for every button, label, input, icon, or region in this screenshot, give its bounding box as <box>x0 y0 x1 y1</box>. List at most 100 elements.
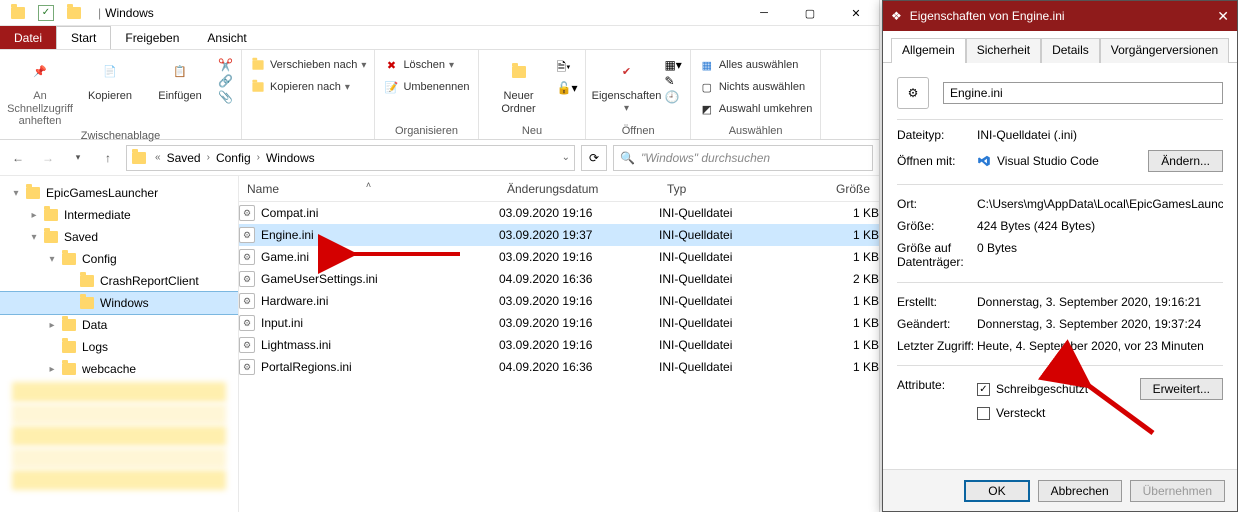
paste-shortcut-icon[interactable]: 📎 <box>218 90 233 104</box>
tab-security[interactable]: Sicherheit <box>966 38 1041 63</box>
accessed-value: Heute, 4. September 2020, vor 23 Minuten <box>977 339 1223 353</box>
select-all-button[interactable]: ▦Alles auswählen <box>699 54 799 76</box>
qat-checkbox-icon[interactable]: ✓ <box>38 5 54 21</box>
history-icon[interactable]: 🕘 <box>664 90 681 104</box>
ribbon-group-clipboard: Zwischenablage <box>8 128 233 144</box>
ribbon-group-open: Öffnen <box>594 123 681 139</box>
tab-previous[interactable]: Vorgängerversionen <box>1100 38 1229 63</box>
file-row[interactable]: ⚙Engine.ini03.09.2020 19:37INI-Quelldate… <box>239 224 879 246</box>
file-type-icon: ⚙ <box>897 77 929 109</box>
ribbon: 📌An Schnellzugriff anheften 📄Kopieren 📋E… <box>0 50 879 140</box>
pin-quickaccess-button[interactable]: 📌An Schnellzugriff anheften <box>8 54 72 128</box>
tree-node[interactable]: ▸webcache <box>0 358 238 380</box>
selectnone-icon: ▢ <box>699 79 715 95</box>
move-to-button[interactable]: Verschieben nach▾ <box>250 54 366 76</box>
copypath-icon[interactable]: 🔗 <box>218 74 233 88</box>
tree-node[interactable]: ▸Intermediate <box>0 204 238 226</box>
properties-icon: ✔ <box>610 56 642 88</box>
delete-icon: ✖ <box>383 57 399 73</box>
open-with-value: Visual Studio Code <box>997 154 1099 168</box>
breadcrumb[interactable]: Windows <box>262 151 319 165</box>
gear-icon: ❖ <box>891 9 902 23</box>
easy-access-icon[interactable]: 🔓▾ <box>557 81 578 95</box>
file-row[interactable]: ⚙Hardware.ini03.09.2020 19:16INI-Quellda… <box>239 290 879 312</box>
file-row[interactable]: ⚙Lightmass.ini03.09.2020 19:16INI-Quelld… <box>239 334 879 356</box>
filename-input[interactable]: Engine.ini <box>943 82 1223 104</box>
close-button[interactable]: ✕ <box>833 0 879 26</box>
open-icon[interactable]: ▦▾ <box>664 58 681 72</box>
file-row[interactable]: ⚙PortalRegions.ini04.09.2020 16:36INI-Qu… <box>239 356 879 378</box>
dialog-footer: OK Abbrechen Übernehmen <box>883 469 1237 511</box>
new-folder-icon <box>503 56 535 88</box>
ok-button[interactable]: OK <box>964 480 1029 502</box>
breadcrumb[interactable]: Config <box>212 151 255 165</box>
folder-icon <box>66 5 82 21</box>
tab-view[interactable]: Ansicht <box>193 26 260 49</box>
ini-file-icon: ⚙ <box>239 293 255 309</box>
hidden-checkbox[interactable]: Versteckt <box>977 406 1223 420</box>
copyto-icon <box>250 79 266 95</box>
back-button[interactable]: ← <box>6 146 30 170</box>
invert-selection-button[interactable]: ◩Auswahl umkehren <box>699 98 813 120</box>
file-row[interactable]: ⚙Compat.ini03.09.2020 19:16INI-Quelldate… <box>239 202 879 224</box>
copy-to-button[interactable]: Kopieren nach▾ <box>250 76 350 98</box>
edit-icon[interactable]: ✎ <box>664 74 681 88</box>
rename-button[interactable]: 📝Umbenennen <box>383 76 469 98</box>
cut-icon[interactable]: ✂️ <box>218 58 233 72</box>
tree-node[interactable]: Logs <box>0 336 238 358</box>
tree-node[interactable]: CrashReportClient <box>0 270 238 292</box>
paste-button[interactable]: 📋Einfügen <box>148 54 212 103</box>
folder-icon <box>10 5 26 21</box>
col-date[interactable]: Änderungsdatum <box>499 182 659 196</box>
up-button[interactable]: ↑ <box>96 146 120 170</box>
ini-file-icon: ⚙ <box>239 249 255 265</box>
recent-dropdown[interactable]: ▾ <box>66 146 90 170</box>
file-row[interactable]: ⚙Input.ini03.09.2020 19:16INI-Quelldatei… <box>239 312 879 334</box>
paste-icon: 📋 <box>164 56 196 88</box>
file-list-pane: ˄Name Änderungsdatum Typ Größe ⚙Compat.i… <box>239 176 879 512</box>
close-button[interactable]: ✕ <box>1217 8 1229 25</box>
tree-node[interactable]: ▾EpicGamesLauncher <box>0 182 238 204</box>
tree-node[interactable]: ▸Data <box>0 314 238 336</box>
address-bar[interactable]: « Saved› Config› Windows ⌄ <box>126 145 575 171</box>
tab-file[interactable]: Datei <box>0 26 56 49</box>
tab-start[interactable]: Start <box>56 26 111 49</box>
selectall-icon: ▦ <box>699 57 715 73</box>
minimize-button[interactable]: ─ <box>741 0 787 26</box>
cancel-button[interactable]: Abbrechen <box>1038 480 1122 502</box>
nav-tree[interactable]: ▾EpicGamesLauncher▸Intermediate▾Saved▾Co… <box>0 176 239 512</box>
advanced-button[interactable]: Erweitert... <box>1140 378 1223 400</box>
tab-details[interactable]: Details <box>1041 38 1100 63</box>
select-none-button[interactable]: ▢Nichts auswählen <box>699 76 805 98</box>
col-name[interactable]: ˄Name <box>239 182 499 196</box>
copy-button[interactable]: 📄Kopieren <box>78 54 142 103</box>
navigation-bar: ← → ▾ ↑ « Saved› Config› Windows ⌄ ⟳ 🔍 "… <box>0 140 879 176</box>
apply-button[interactable]: Übernehmen <box>1130 480 1225 502</box>
maximize-button[interactable]: ▢ <box>787 0 833 26</box>
file-row[interactable]: ⚙Game.ini03.09.2020 19:16INI-Quelldatei1… <box>239 246 879 268</box>
address-dropdown[interactable]: ⌄ <box>562 152 570 163</box>
folder-icon <box>131 150 147 166</box>
tab-general[interactable]: Allgemein <box>891 38 966 63</box>
file-row[interactable]: ⚙GameUserSettings.ini04.09.2020 16:36INI… <box>239 268 879 290</box>
search-icon: 🔍 <box>620 151 635 165</box>
delete-button[interactable]: ✖Löschen▾ <box>383 54 454 76</box>
ribbon-group-organize: Organisieren <box>383 123 469 139</box>
forward-button[interactable]: → <box>36 146 60 170</box>
col-size[interactable]: Größe <box>799 182 879 196</box>
readonly-checkbox[interactable]: ✓Schreibgeschützt <box>977 382 1088 396</box>
ribbon-group-new: Neu <box>487 123 578 139</box>
refresh-button[interactable]: ⟳ <box>581 145 607 171</box>
tree-node[interactable]: ▾Saved <box>0 226 238 248</box>
new-folder-button[interactable]: Neuer Ordner <box>487 54 551 115</box>
new-item-icon[interactable]: 🗎▾ <box>557 58 578 79</box>
change-openwith-button[interactable]: Ändern... <box>1148 150 1223 172</box>
column-headers[interactable]: ˄Name Änderungsdatum Typ Größe <box>239 176 879 202</box>
col-type[interactable]: Typ <box>659 182 799 196</box>
search-box[interactable]: 🔍 "Windows" durchsuchen <box>613 145 873 171</box>
tree-node[interactable]: Windows <box>0 292 238 314</box>
tree-node[interactable]: ▾Config <box>0 248 238 270</box>
tab-share[interactable]: Freigeben <box>111 26 193 49</box>
properties-button[interactable]: ✔Eigenschaften▾ <box>594 54 658 114</box>
breadcrumb[interactable]: Saved <box>163 151 205 165</box>
